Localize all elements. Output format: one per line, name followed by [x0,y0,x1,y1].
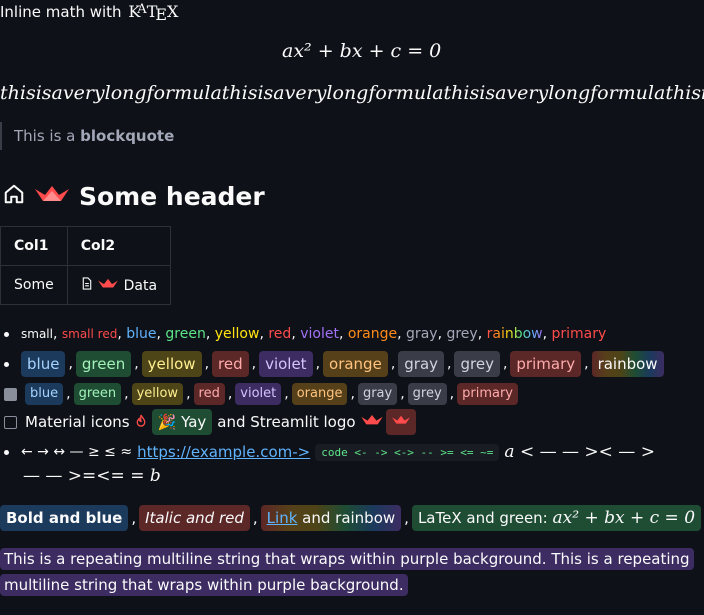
small-red-text: small red [61,327,118,341]
gray-chip: gray [357,383,398,405]
grey-chip: grey [407,383,447,405]
yay-text: Yay [181,413,207,431]
inline-math-label: Inline math with [0,3,122,21]
gray-chip: gray [398,351,445,377]
red-chip: red [193,383,225,405]
table-header-cell: Col1 [0,226,68,266]
home-icon [3,183,25,209]
link-rainbow-chip: Link and rainbow [260,505,402,531]
purple-text: This is a repeating multiline string tha… [0,548,694,596]
party-icon: 🎉 [157,413,177,431]
bullet [4,361,9,367]
violet-text: violet [300,326,339,342]
rainbow-chip: rainbow [591,351,664,377]
streamlit-logo-icon [97,278,119,294]
rainbow-link[interactable]: Link [267,509,298,527]
katex-logo: KATEX [128,2,179,24]
yellow-chip: yellow [131,383,184,405]
checkbox-checked[interactable] [4,387,17,401]
violet-chip: violet [235,383,282,405]
orange-text: orange [347,326,398,342]
rainbow-text: rainbow [486,326,543,342]
arrow-symbols: ← → ↔ — ≥ ≤ ≈ [21,444,133,460]
latex-green-label: LaTeX and green: [417,509,553,527]
grey-text: grey [446,326,478,342]
yay-chip: 🎉 Yay [151,409,213,435]
table-cell: Some [0,265,68,305]
orange-chip: orange [323,351,388,377]
inline-math: a < — — >< — > [504,442,655,462]
bold-blue-chip: Bold and blue [0,505,129,531]
yellow-chip: yellow [141,351,202,377]
green-chip: green [75,351,132,377]
grey-chip: grey [454,351,500,377]
green-text: green [165,326,206,342]
latex-green-chip: LaTeX and green: ax² + bx + c = 0 [411,505,702,531]
rainbow-suffix: and rainbow [297,509,396,527]
checkbox-unchecked[interactable] [4,415,17,429]
inline-math-continued: — — >=<= = b [23,466,161,486]
table-row: Some Data [0,265,172,305]
violet-chip: violet [259,351,313,377]
page-title: Some header [79,181,265,211]
table-header-row: Col1 Col2 [0,226,172,266]
mixed-format-line: Bold and blue, Italic and red, Link and … [0,505,702,531]
fire-icon [135,414,147,431]
document-icon [81,276,93,294]
blue-text: blue [126,326,157,342]
blue-chip: blue [25,383,64,405]
display-equation: ax² + bx + c = 0 [282,40,442,62]
red-text: red [268,326,292,342]
inline-code: code <- -> <-> -- >= <= ~= [315,443,500,461]
long-formula: thisisaverylongformulathisisaverylongfor… [0,82,704,104]
inline-math-line: Inline math with KATEX [0,2,179,24]
bullet [4,449,9,455]
list-item: blue, green, yellow, red, violet, orange… [4,351,664,377]
list-item: ← → ↔ — ≥ ≤ ≈ https://example.com-> code… [4,441,655,463]
primary-chip: primary [510,351,582,377]
section-header: Some header [3,176,265,216]
red-chip: red [212,351,249,377]
streamlit-logo-icon [360,413,384,431]
table-cell: Data [66,265,172,305]
table-cell-text: Data [123,277,158,294]
data-table: Col1 Col2 Some Data [0,226,172,305]
purple-paragraph: This is a repeating multiline string tha… [0,546,694,598]
example-link[interactable]: https://example.com-> [137,443,310,461]
latex-green-equation: ax² + bx + c = 0 [552,508,696,528]
list-item: small, small red, blue, green, yellow, r… [4,323,606,345]
streamlit-logo-icon [33,183,71,209]
blue-chip: blue [21,351,66,377]
table-header-cell: Col2 [66,226,172,266]
green-chip: green [73,383,122,405]
small-text: small [21,327,53,341]
orange-chip: orange [291,383,348,405]
blockquote: This is a blockquote [0,122,700,150]
bullet [4,331,9,337]
yellow-text: yellow [214,326,260,342]
italic-red-chip: Italic and red [139,505,250,531]
streamlit-logo-chip [385,409,416,435]
primary-text: primary [551,326,607,342]
checkbox-list-item: Material icons 🎉 Yay and Streamlit logo [4,409,416,435]
checkbox-list-item: blue, green, yellow, red, violet, orange… [4,383,519,405]
blockquote-prefix: This is a [14,127,81,145]
streamlit-logo-label: and Streamlit logo [217,413,356,431]
gray-text: gray [406,326,438,342]
primary-chip: primary [457,383,519,405]
material-icons-label: Material icons [25,413,130,431]
blockquote-bold: blockquote [80,127,175,145]
